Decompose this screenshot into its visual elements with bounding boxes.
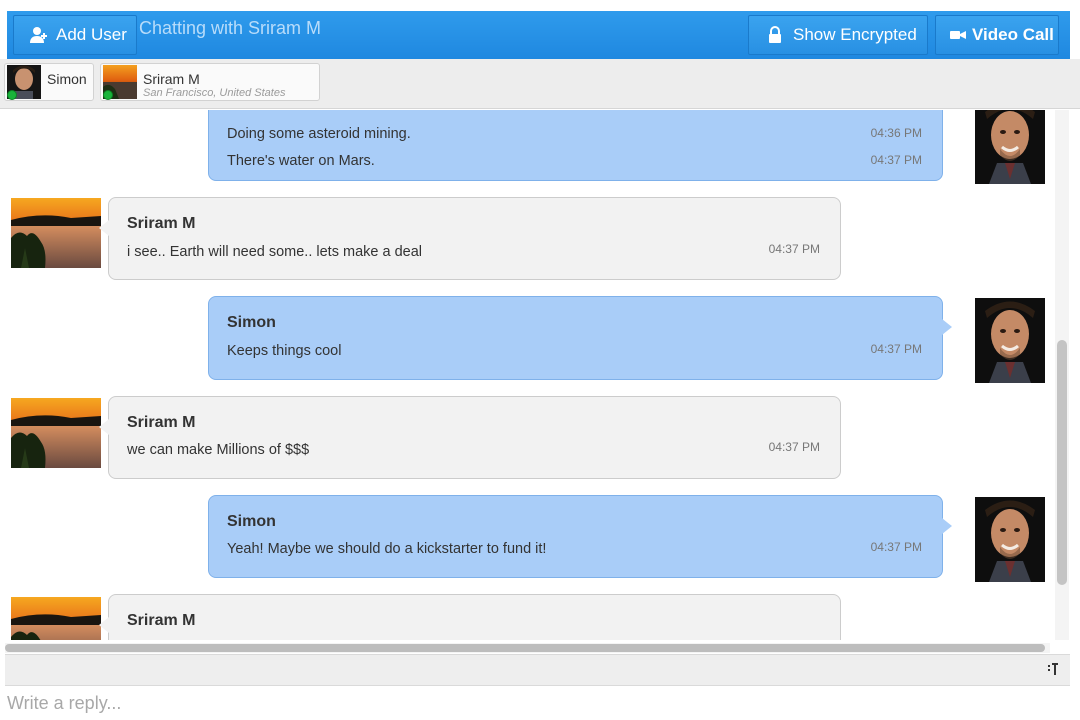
message-text: we can make Millions of $$$ bbox=[127, 442, 310, 458]
avatar bbox=[975, 497, 1045, 582]
message-timestamp: 04:36 PM bbox=[870, 126, 922, 140]
add-user-icon bbox=[28, 25, 48, 45]
message-text: Yeah! Maybe we should do a kickstarter t… bbox=[227, 541, 547, 557]
avatar bbox=[11, 597, 101, 640]
scrollbar-thumb[interactable] bbox=[5, 644, 1045, 652]
message-bubble: Simon Keeps things cool 04:37 PM bbox=[208, 296, 952, 380]
message-bubble: Simon Yeah! Maybe we should do a kicksta… bbox=[208, 495, 952, 578]
add-user-button[interactable]: Add User bbox=[13, 15, 137, 55]
message-timestamp: 04:37 PM bbox=[768, 440, 820, 454]
bubble-tail bbox=[99, 419, 109, 435]
participant-location: San Francisco, United States bbox=[143, 87, 286, 99]
bubble-tail bbox=[99, 220, 109, 236]
message-sender: Simon bbox=[227, 314, 276, 331]
participant-name: Sriram M bbox=[143, 71, 200, 87]
message-sender: Sriram M bbox=[127, 414, 196, 431]
online-status-dot bbox=[7, 90, 17, 100]
message-sender: Sriram M bbox=[127, 215, 196, 232]
video-call-label: Video Call bbox=[972, 25, 1054, 44]
message-text: i see.. Earth will need some.. lets make… bbox=[127, 244, 422, 260]
message-sender: Simon bbox=[227, 513, 276, 530]
avatar bbox=[975, 298, 1045, 383]
message-timestamp: 04:37 PM bbox=[870, 342, 922, 356]
scrollbar-thumb[interactable] bbox=[1057, 340, 1067, 585]
reply-input[interactable] bbox=[5, 687, 1070, 720]
message-list: Doing some asteroid mining. 04:36 PM The… bbox=[0, 110, 1055, 640]
video-call-button[interactable]: Video Call bbox=[935, 15, 1059, 55]
avatar bbox=[11, 398, 101, 468]
message-bubble: Sriram M we can make Millions of $$$ 04:… bbox=[99, 396, 841, 479]
options-icon[interactable] bbox=[1044, 661, 1062, 681]
message-bubble: Doing some asteroid mining. 04:36 PM The… bbox=[208, 110, 943, 181]
add-user-label: Add User bbox=[56, 25, 127, 44]
message-bubble: Sriram M bbox=[99, 594, 841, 640]
vertical-scrollbar[interactable] bbox=[1055, 110, 1069, 640]
bubble-tail bbox=[99, 617, 109, 633]
bubble-tail bbox=[942, 319, 952, 335]
avatar bbox=[11, 198, 101, 268]
message-sender: Sriram M bbox=[127, 612, 196, 629]
video-camera-icon bbox=[948, 25, 968, 45]
message-bubble: Sriram M i see.. Earth will need some.. … bbox=[99, 197, 841, 280]
message-text: Keeps things cool bbox=[227, 343, 342, 359]
participants-bar: Simon Sriram M San Francisco, United Sta… bbox=[0, 59, 1080, 109]
bubble-tail bbox=[942, 518, 952, 534]
message-timestamp: 04:37 PM bbox=[870, 153, 922, 167]
message-text: There's water on Mars. bbox=[227, 153, 375, 169]
message-timestamp: 04:37 PM bbox=[768, 242, 820, 256]
participant-chip-simon[interactable]: Simon bbox=[4, 63, 94, 101]
lock-icon bbox=[765, 25, 785, 45]
show-encrypted-button[interactable]: Show Encrypted bbox=[748, 15, 928, 55]
participant-name: Simon bbox=[47, 71, 87, 87]
message-timestamp: 04:37 PM bbox=[870, 540, 922, 554]
chat-title: Chatting with Sriram M bbox=[139, 18, 322, 38]
show-encrypted-label: Show Encrypted bbox=[793, 25, 917, 44]
reply-toolbar bbox=[5, 654, 1070, 686]
participant-chip-sriram[interactable]: Sriram M San Francisco, United States bbox=[100, 63, 320, 101]
online-status-dot bbox=[103, 90, 113, 100]
chat-header-bar: Add User Chatting with Sriram M Show Enc… bbox=[7, 11, 1070, 59]
avatar bbox=[975, 110, 1045, 184]
message-text: Doing some asteroid mining. bbox=[227, 126, 411, 142]
horizontal-scrollbar[interactable] bbox=[5, 643, 1050, 653]
